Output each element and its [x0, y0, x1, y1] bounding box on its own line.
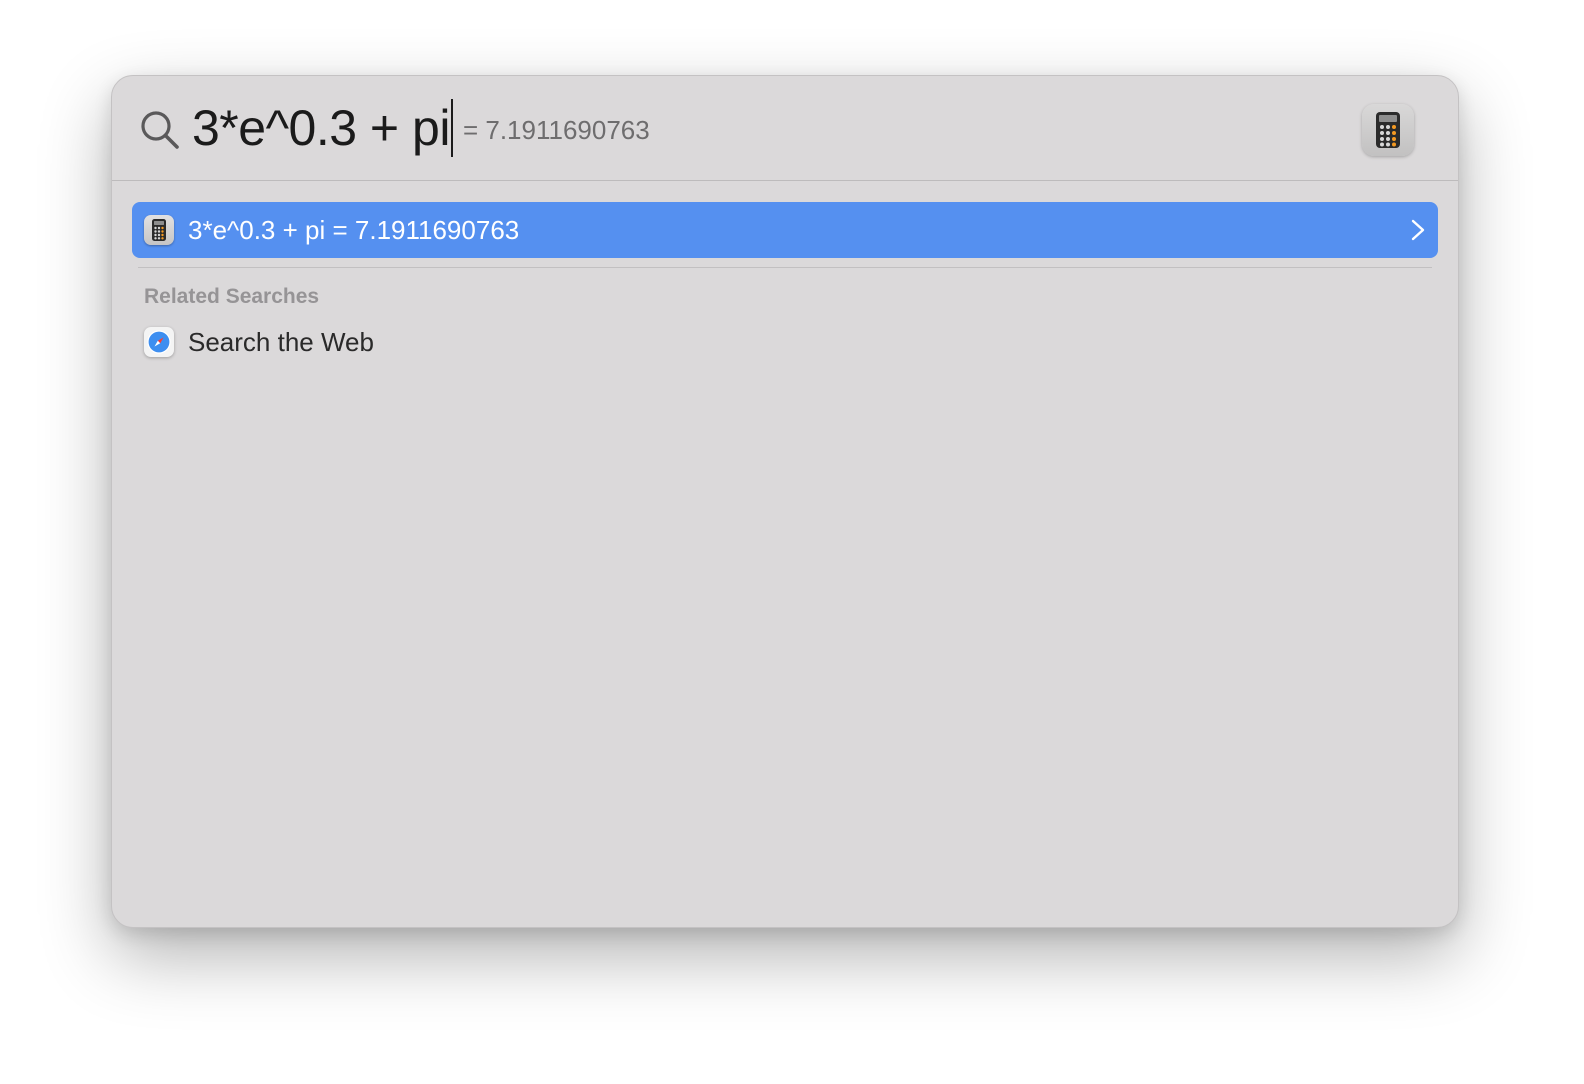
list-item-search-the-web[interactable]: Search the Web [132, 318, 1438, 366]
chevron-right-icon[interactable] [1410, 218, 1426, 242]
inline-calculation-result: = 7.1911690763 [462, 115, 650, 145]
section-header-related-searches: Related Searches [144, 285, 320, 308]
results-divider [138, 267, 1432, 268]
text-caret [450, 99, 453, 157]
search-icon [141, 111, 179, 149]
top-hit-result[interactable]: 3*e^0.3 + pi = 7.1911690763 [132, 202, 1438, 258]
calculator-icon [144, 215, 174, 245]
search-input[interactable]: 3*e^0.3 + pi = 7.1911690763 [192, 98, 650, 158]
search-bar[interactable]: 3*e^0.3 + pi = 7.1911690763 [112, 76, 1458, 181]
search-query-text[interactable]: 3*e^0.3 + pi [192, 98, 450, 158]
top-hit-label: 3*e^0.3 + pi = 7.1911690763 [188, 215, 520, 245]
calculator-icon [1362, 104, 1414, 156]
spotlight-window: 3*e^0.3 + pi = 7.1911690763 3*e^0.3 + pi… [111, 75, 1459, 928]
search-the-web-label: Search the Web [188, 327, 374, 357]
results-list: 3*e^0.3 + pi = 7.1911690763 Related Sear… [132, 202, 1438, 366]
safari-icon [144, 327, 174, 357]
